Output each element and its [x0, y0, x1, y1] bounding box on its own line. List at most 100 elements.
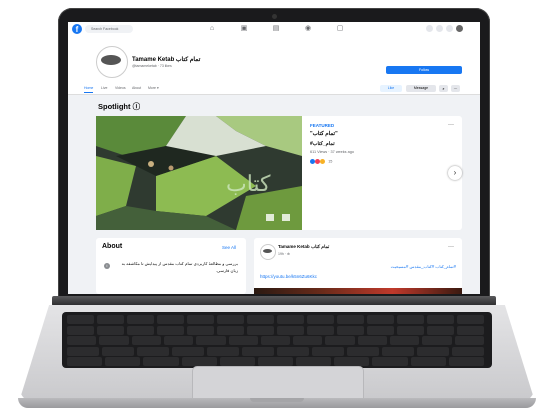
- keyboard-key: [307, 315, 334, 324]
- like-button[interactable]: Like: [380, 85, 402, 92]
- keyboard-key: [372, 357, 408, 366]
- keyboard-key: [196, 336, 226, 345]
- reaction-summary[interactable]: 15: [310, 159, 332, 164]
- keyboard-key: [127, 315, 154, 324]
- tab-live[interactable]: Live: [101, 86, 107, 90]
- featured-post-meta: 611 Views · 37 weeks ago: [310, 150, 354, 154]
- tab-home[interactable]: Home: [84, 86, 93, 90]
- webcam: [272, 14, 277, 19]
- keyboard-key: [242, 346, 274, 356]
- keyboard-key: [105, 357, 141, 366]
- message-button[interactable]: Message: [406, 85, 436, 92]
- post-hashtags[interactable]: #تمام_کتاب #کتاب_مقدس #مسیحیت: [318, 264, 456, 269]
- keyboard-key: [181, 357, 217, 366]
- post-timestamp[interactable]: 19h · ⊕: [278, 252, 290, 256]
- care-reaction-icon: [320, 159, 326, 164]
- keyboard-key: [312, 346, 344, 356]
- author-logo-icon: [263, 249, 272, 253]
- keyboard-key: [247, 325, 274, 335]
- post-media-preview[interactable]: [254, 288, 462, 294]
- keyboard-key: [217, 325, 244, 335]
- keyboard-key: [67, 336, 97, 345]
- post-more-icon[interactable]: ···: [448, 244, 454, 250]
- keyboard-key: [99, 336, 129, 345]
- keyboard-key: [448, 357, 484, 366]
- keyboard-key: [325, 336, 355, 345]
- keyboard-key: [293, 336, 323, 345]
- featured-post-title[interactable]: "تمام کتاب": [310, 131, 338, 137]
- keyboard-key: [334, 357, 370, 366]
- featured-post-hashtag[interactable]: #تمام_کتاب: [310, 141, 335, 147]
- lid-notch: [250, 398, 304, 402]
- search-icon[interactable]: ⌕: [439, 85, 448, 92]
- keyboard-key: [102, 346, 134, 356]
- keyboard-key: [277, 346, 309, 356]
- keyboard-key: [427, 325, 454, 335]
- search-input[interactable]: Search Facebook: [85, 25, 133, 33]
- laptop-hinge: [52, 296, 496, 306]
- featured-video-thumbnail[interactable]: کتاب: [96, 116, 302, 230]
- keyboard-key: [390, 336, 420, 345]
- keyboard-key: [410, 357, 446, 366]
- keyboard-key: [347, 346, 379, 356]
- video-watermark-text: کتاب: [226, 172, 271, 197]
- keyboard-key: [127, 325, 154, 335]
- keyboard-key: [257, 357, 294, 366]
- messenger-icon[interactable]: [436, 25, 443, 32]
- keyboard-key: [417, 346, 449, 356]
- keyboard-key: [67, 346, 99, 356]
- tab-videos[interactable]: Videos: [115, 86, 126, 90]
- spotlight-heading: Spotlight ⓘ: [98, 102, 141, 111]
- keyboard-key: [219, 357, 255, 366]
- keyboard-key: [157, 325, 184, 335]
- keyboard-key: [337, 325, 364, 335]
- laptop-screen: f Search Facebook ⌂ ▣ ▤ ◉ ▢ Tamame Ketab…: [68, 22, 480, 294]
- facebook-logo-icon[interactable]: f: [72, 24, 82, 34]
- home-icon[interactable]: ⌂: [208, 25, 216, 33]
- chevron-right-icon[interactable]: ›: [448, 166, 462, 180]
- keyboard-key: [260, 336, 291, 345]
- keyboard-key: [457, 315, 484, 324]
- active-tab-indicator: [84, 92, 93, 93]
- tab-more[interactable]: More ▾: [148, 86, 159, 90]
- keyboard-key: [277, 325, 304, 335]
- keyboard-key: [457, 325, 484, 335]
- keyboard-key: [367, 315, 394, 324]
- keyboard-key: [228, 336, 258, 345]
- keyboard-key: [397, 325, 424, 335]
- keyboard-key: [277, 315, 304, 324]
- keyboard-key: [397, 315, 424, 324]
- keyboard-key: [172, 346, 204, 356]
- post-link[interactable]: https://youtu.be/k5n6Zu6Kkc: [260, 274, 317, 279]
- watch-icon[interactable]: ▣: [240, 25, 248, 33]
- keyboard-key: [337, 315, 364, 324]
- page-subtitle: @tamameketab · 73 likes: [132, 64, 172, 68]
- featured-label: FEATURED: [310, 123, 335, 128]
- keyboard-key: [307, 325, 334, 335]
- more-options-icon[interactable]: ⋯: [451, 85, 460, 92]
- keyboard-key: [97, 315, 124, 324]
- info-icon: i: [104, 263, 110, 269]
- spotlight-more-icon[interactable]: ···: [448, 122, 454, 128]
- tab-about[interactable]: About: [132, 86, 141, 90]
- keyboard-key: [382, 346, 414, 356]
- account-avatar[interactable]: [456, 25, 463, 32]
- notifications-icon[interactable]: [446, 25, 453, 32]
- post-author-name[interactable]: Tamame Ketab تمام کتاب: [278, 244, 329, 250]
- reaction-count: 15: [328, 159, 333, 164]
- marketplace-icon[interactable]: ▤: [272, 25, 280, 33]
- menu-icon[interactable]: [426, 25, 433, 32]
- keyboard-key: [137, 346, 169, 356]
- keyboard-key: [187, 325, 214, 335]
- groups-icon[interactable]: ◉: [304, 25, 312, 33]
- keyboard-key: [67, 325, 94, 335]
- follow-button[interactable]: Follow: [386, 66, 462, 74]
- keyboard-key: [163, 336, 194, 345]
- keyboard-key: [452, 346, 484, 356]
- keyboard-key: [67, 357, 103, 366]
- keyboard-key: [427, 315, 454, 324]
- see-all-link[interactable]: See All: [222, 245, 236, 250]
- keyboard-key: [247, 315, 274, 324]
- gaming-icon[interactable]: ▢: [336, 25, 344, 33]
- keyboard-key: [357, 336, 388, 345]
